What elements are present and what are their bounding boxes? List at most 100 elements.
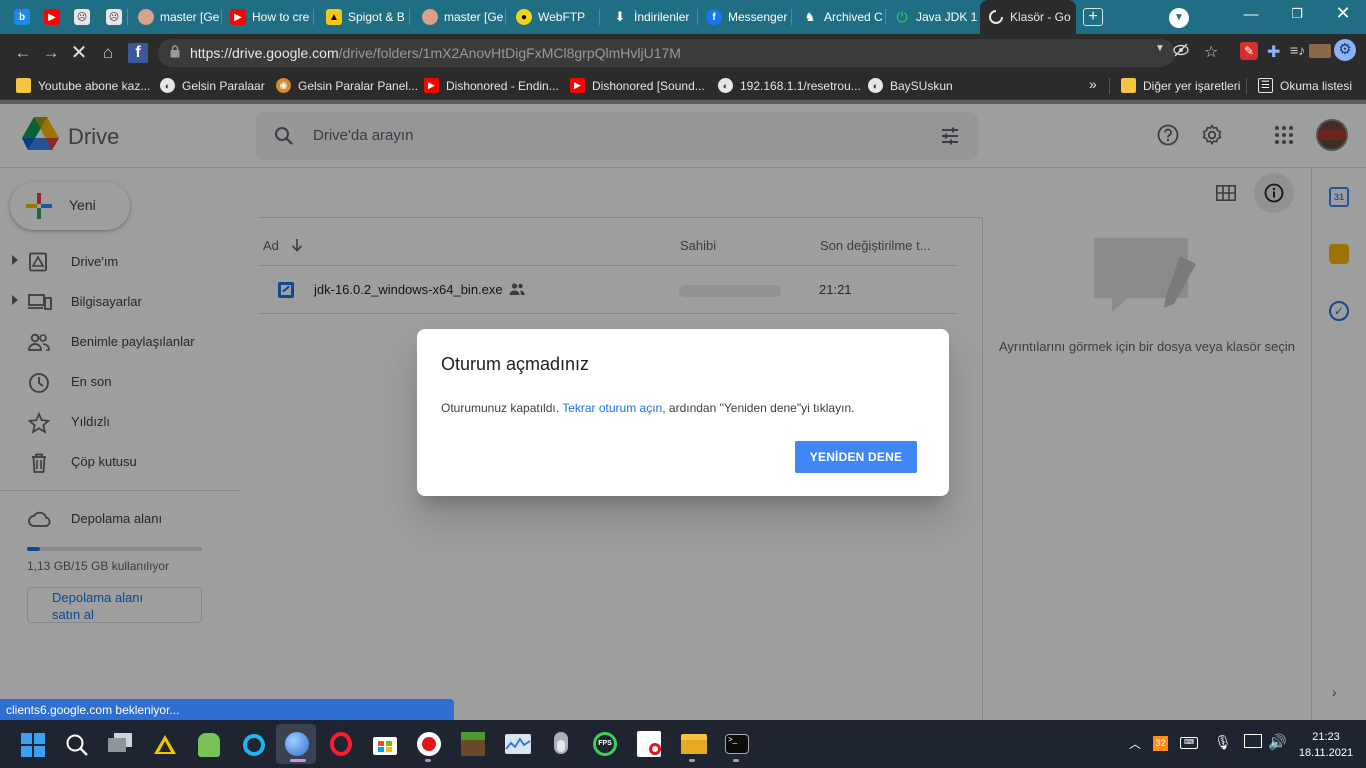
tray-overflow-chevron-icon[interactable]: ︿	[1129, 735, 1141, 752]
tab-github-1[interactable]: master [Ge	[130, 0, 222, 34]
app-fps-monitor-icon[interactable]: FPS	[593, 732, 617, 756]
stop-loading-icon[interactable]: ✕	[69, 43, 89, 63]
sign-in-again-link[interactable]: Tekrar oturum açın	[562, 401, 662, 415]
folder-icon	[16, 78, 31, 93]
bookmarks-bar: Youtube abone kaz... ◐ Gelsin Paralaar ◉…	[0, 72, 1366, 100]
extensions-puzzle-icon[interactable]: ✚	[1267, 42, 1280, 62]
new-tab-button[interactable]: +	[1083, 8, 1103, 26]
app-android-icon[interactable]	[198, 733, 220, 757]
bookmark-item[interactable]: ◐ BaySUskun	[868, 78, 953, 93]
tab-java-jdk[interactable]: ⏻ Java JDK 1(	[886, 0, 978, 34]
tab-spigot[interactable]: ▲ Spigot & B	[318, 0, 410, 34]
reading-list-label: Okuma listesi	[1280, 78, 1353, 93]
app-terminal-icon[interactable]: >_	[725, 734, 749, 754]
bookmark-item[interactable]: Youtube abone kaz...	[16, 78, 150, 93]
app-performance-monitor-icon[interactable]	[505, 734, 531, 754]
bookmark-item[interactable]: ◐ 192.168.1.1/resetrou...	[718, 78, 861, 93]
app-cortana-icon[interactable]	[243, 734, 265, 756]
bookmark-item[interactable]: ◉ Gelsin Paralar Panel...	[276, 78, 418, 93]
tab-messenger[interactable]: f Messenger	[698, 0, 792, 34]
bookmark-label: Dishonored - Endin...	[446, 78, 559, 93]
folder-icon	[1121, 78, 1136, 93]
tray-app-badge-icon[interactable]: 32	[1153, 736, 1168, 751]
tab-label: İndirilenler	[634, 10, 690, 24]
bookmark-item[interactable]: ◐ Gelsin Paralaar	[160, 78, 265, 93]
tab-search-icon[interactable]: ▼	[1169, 8, 1189, 28]
task-view-icon[interactable]	[108, 733, 134, 753]
bookmark-label: Youtube abone kaz...	[38, 78, 151, 93]
tab-label: master [Ge	[444, 10, 504, 24]
tab-youtube-2[interactable]: ▶ How to cre	[222, 0, 314, 34]
media-control-icon[interactable]: ≡♪	[1290, 42, 1305, 58]
download-icon: ⬇	[614, 9, 626, 24]
tab-label: Java JDK 1(	[916, 10, 978, 24]
app-opera-icon[interactable]	[330, 732, 352, 756]
profile-avatar-icon[interactable]	[1309, 44, 1331, 58]
omnibox-dropdown-icon[interactable]: ▼	[1155, 43, 1165, 54]
bookmark-label: Dishonored [Sound...	[592, 78, 705, 93]
tab-mail-1[interactable]: ☹	[66, 0, 96, 34]
taskbar-clock[interactable]: 21:23 18.11.2021	[1296, 729, 1356, 761]
reading-list-icon: ☰	[1258, 78, 1273, 93]
spigot-icon: ▲	[326, 9, 342, 25]
mail-icon: ☹	[74, 9, 90, 25]
bookmark-item[interactable]: ▶ Dishonored - Endin...	[424, 78, 559, 93]
lock-icon[interactable]	[170, 45, 180, 58]
dialog-message-end: , ardından "Yeniden dene"yi tıklayın.	[662, 401, 855, 415]
facebook-extension-icon[interactable]: f	[128, 43, 148, 63]
running-indicator	[689, 759, 695, 762]
clock-time: 21:23	[1312, 731, 1340, 743]
running-indicator	[290, 759, 306, 762]
start-windows-icon[interactable]	[21, 733, 45, 757]
taskbar-search-icon[interactable]	[65, 733, 89, 757]
tab-youtube[interactable]: ▶	[36, 0, 66, 34]
app-minecraft-icon[interactable]	[461, 732, 485, 756]
microphone-icon[interactable]: 🎙	[1214, 734, 1232, 751]
tracking-protection-icon[interactable]	[1173, 42, 1189, 61]
tab-archived[interactable]: ♞ Archived C	[794, 0, 886, 34]
forward-icon[interactable]: →	[41, 43, 61, 63]
app-microsoft-store-icon[interactable]	[373, 733, 397, 755]
home-icon[interactable]: ⌂	[98, 43, 118, 63]
tab-webftp[interactable]: ● WebFTP	[508, 0, 600, 34]
close-icon[interactable]: ✕	[1333, 3, 1353, 24]
tab-downloads[interactable]: ⬇ İndirilenler	[604, 0, 698, 34]
other-bookmarks-folder[interactable]: Diğer yer işaretleri	[1121, 78, 1240, 93]
omnibox[interactable]: https://drive.google.com/drive/folders/1…	[158, 39, 1175, 67]
tab-github-2[interactable]: master [Ge	[414, 0, 506, 34]
tab-label: How to cre	[252, 10, 310, 24]
tab-bing[interactable]: b	[6, 0, 36, 34]
minimize-icon[interactable]: —	[1241, 6, 1261, 23]
loading-icon	[988, 9, 1004, 25]
keyboard-icon[interactable]: ⌨	[1180, 737, 1198, 749]
github-avatar-icon	[422, 9, 438, 25]
tab-label: Archived C	[824, 10, 883, 24]
volume-icon[interactable]: 🔊	[1268, 733, 1287, 751]
restore-icon[interactable]: ❐	[1287, 6, 1307, 22]
power-icon: ⏻	[896, 8, 908, 25]
extension-red-icon[interactable]: ✎	[1240, 42, 1258, 60]
tab-mail-2[interactable]: ☹	[98, 0, 128, 34]
bookmark-item[interactable]: ▶ Dishonored [Sound...	[570, 78, 705, 93]
dialog-title: Oturum açmadınız	[441, 354, 590, 374]
app-file-explorer-icon[interactable]	[681, 734, 707, 754]
mail-icon: ☹	[106, 9, 122, 25]
youtube-icon: ▶	[230, 9, 246, 25]
youtube-icon: ▶	[44, 9, 60, 25]
app-browser-icon[interactable]	[285, 732, 309, 756]
app-recorder-icon[interactable]	[417, 732, 441, 756]
app-tux-icon[interactable]	[550, 732, 572, 756]
back-icon[interactable]: ←	[13, 43, 33, 63]
bookmark-star-icon[interactable]: ☆	[1204, 42, 1218, 62]
globe-icon: ◐	[868, 78, 883, 93]
archive-icon: ♞	[804, 10, 816, 24]
bookmarks-overflow-button[interactable]: »	[1089, 76, 1097, 92]
app-bluestacks-icon[interactable]	[153, 733, 177, 757]
network-display-icon[interactable]	[1244, 734, 1262, 748]
tab-label: Spigot & B	[348, 10, 405, 24]
app-snipping-icon[interactable]	[637, 731, 661, 757]
tab-drive-active[interactable]: Klasör - Go	[980, 0, 1076, 34]
settings-gear-icon[interactable]: ⚙	[1334, 39, 1356, 61]
retry-button[interactable]: YENİDEN DENE	[795, 441, 917, 473]
reading-list-button[interactable]: ☰ Okuma listesi	[1258, 78, 1352, 93]
